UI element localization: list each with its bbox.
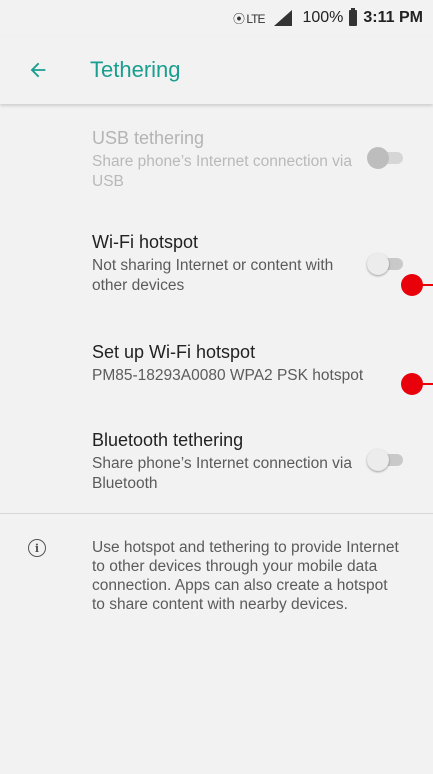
bluetooth-tethering-switch[interactable] bbox=[367, 448, 407, 472]
setup-wifi-hotspot-subtitle: PM85-18293A0080 WPA2 PSK hotspot bbox=[92, 367, 364, 384]
battery-icon bbox=[349, 8, 358, 26]
usb-tethering-switch[interactable] bbox=[367, 146, 407, 170]
bluetooth-tethering-item[interactable]: Bluetooth tethering Share phone’s Intern… bbox=[0, 428, 433, 494]
clock: 3:11 PM bbox=[363, 9, 423, 26]
wifi-hotspot-subtitle: Not sharing Internet or content with oth… bbox=[92, 257, 334, 294]
app-bar: Tethering bbox=[0, 36, 433, 104]
back-arrow-icon[interactable] bbox=[26, 58, 50, 82]
page-title: Tethering bbox=[90, 57, 181, 82]
status-bar: ⦿ LTE 100% 3:11 PM bbox=[0, 0, 433, 36]
usb-tethering-item[interactable]: USB tethering Share phone’s Internet con… bbox=[0, 126, 433, 192]
red-marker-line bbox=[418, 383, 433, 385]
network-type-icon: ⦿ LTE bbox=[233, 11, 265, 26]
wifi-hotspot-title: Wi-Fi hotspot bbox=[92, 232, 199, 252]
battery-percent: 100% bbox=[302, 9, 344, 26]
usb-tethering-title: USB tethering bbox=[92, 128, 205, 148]
setup-wifi-hotspot-title: Set up Wi-Fi hotspot bbox=[92, 342, 256, 362]
divider bbox=[0, 513, 433, 514]
bluetooth-tethering-subtitle: Share phone’s Internet connection via Bl… bbox=[92, 455, 352, 492]
setup-wifi-hotspot-item[interactable]: Set up Wi-Fi hotspot PM85-18293A0080 WPA… bbox=[0, 340, 433, 386]
bluetooth-tethering-title: Bluetooth tethering bbox=[92, 430, 244, 450]
signal-icon bbox=[274, 10, 293, 26]
wifi-hotspot-switch[interactable] bbox=[367, 252, 407, 276]
wifi-hotspot-item[interactable]: Wi-Fi hotspot Not sharing Internet or co… bbox=[0, 230, 433, 296]
info-icon: i bbox=[28, 539, 46, 557]
red-marker-line bbox=[418, 284, 433, 286]
usb-tethering-subtitle: Share phone’s Internet connection via US… bbox=[92, 153, 352, 190]
info-text: Use hotspot and tethering to provide Int… bbox=[92, 539, 399, 613]
